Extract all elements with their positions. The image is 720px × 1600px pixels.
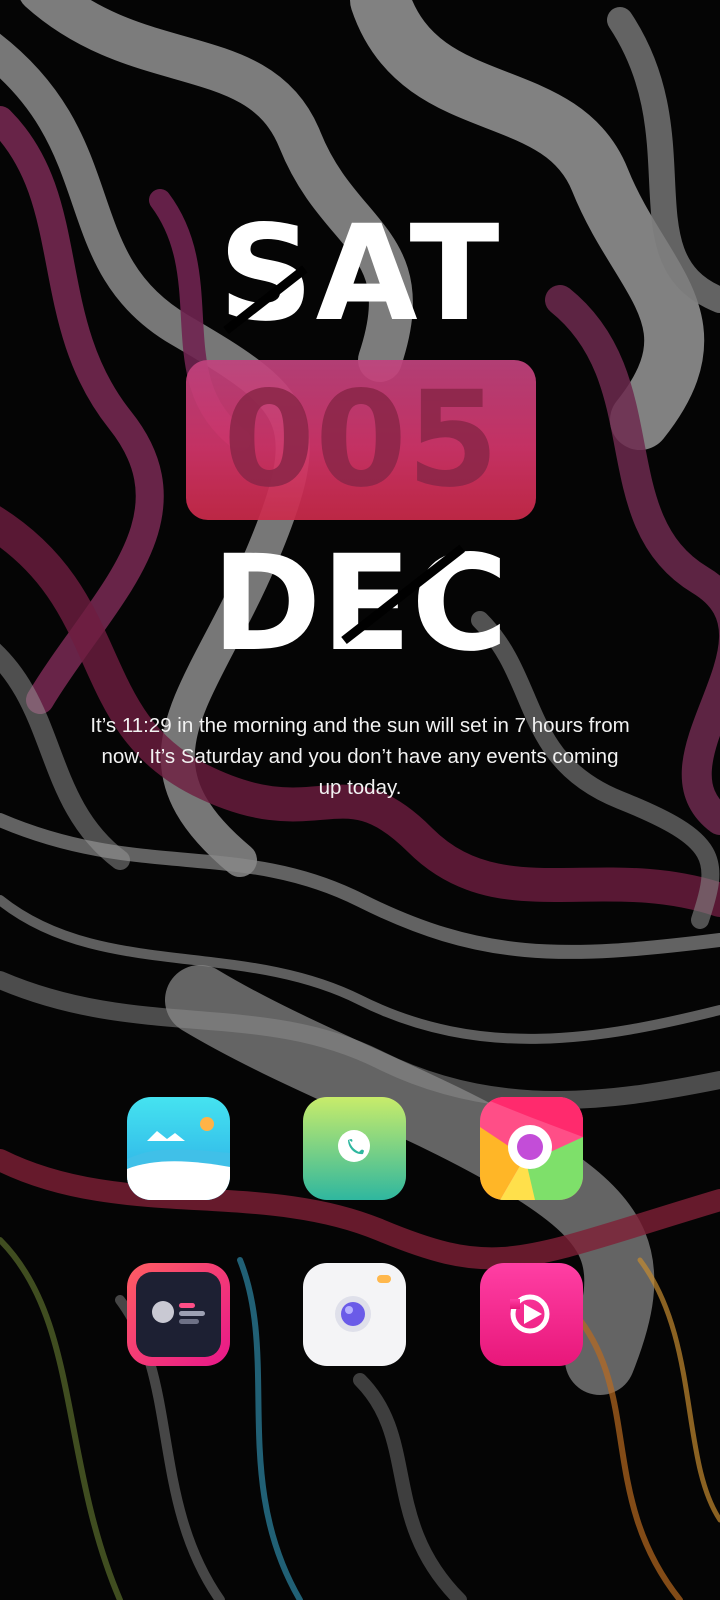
phone-icon (303, 1097, 406, 1200)
contacts-icon (127, 1263, 230, 1366)
camera-app[interactable] (303, 1263, 406, 1366)
video-player-icon (480, 1263, 583, 1366)
browser-app[interactable] (480, 1097, 583, 1200)
widget-month: DEC (211, 527, 509, 681)
gallery-icon (127, 1097, 230, 1200)
phone-app[interactable] (303, 1097, 406, 1200)
gallery-app[interactable] (127, 1097, 230, 1200)
camera-icon (303, 1263, 406, 1366)
widget-date: 005 (223, 363, 499, 517)
video-player-app[interactable] (480, 1263, 583, 1366)
contacts-app[interactable] (127, 1263, 230, 1366)
browser-icon (480, 1097, 583, 1200)
day-summary-text: It’s 11:29 in the morning and the sun wi… (90, 714, 630, 799)
widget-day: SAT (218, 197, 502, 351)
